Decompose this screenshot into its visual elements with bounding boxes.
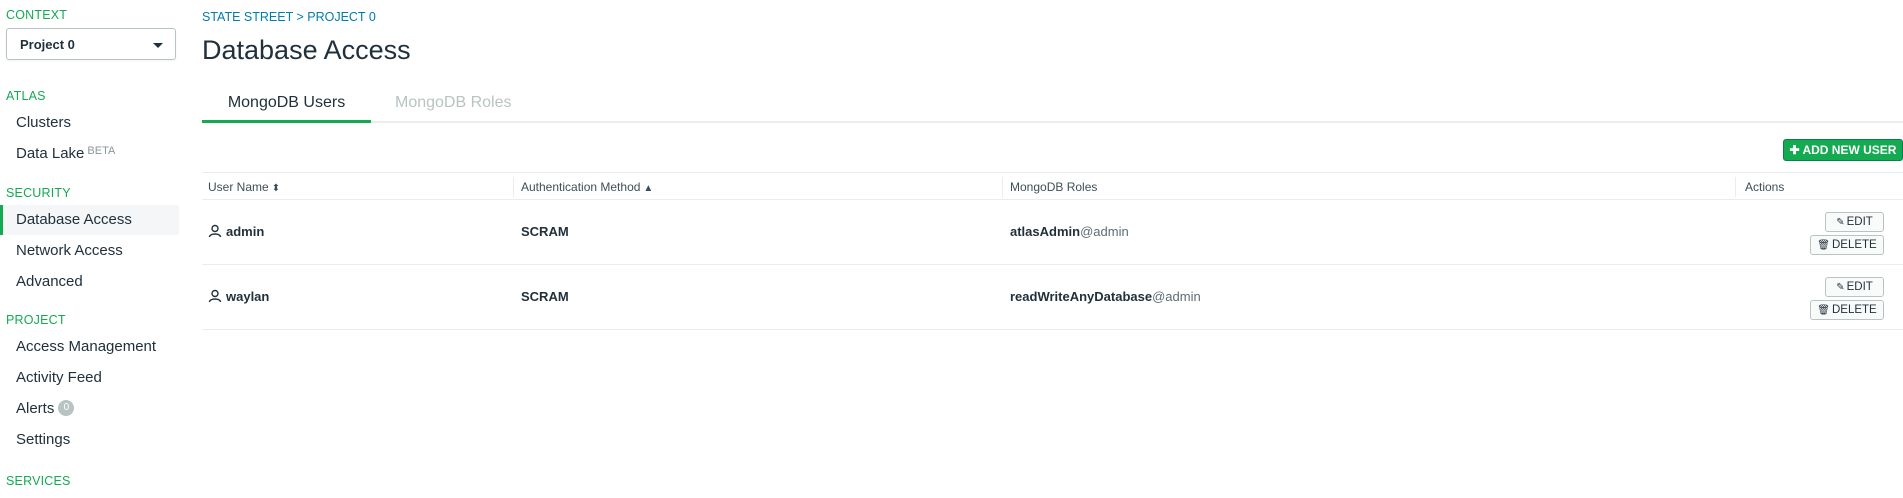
column-divider bbox=[1735, 177, 1736, 197]
trash-icon: 🗑 bbox=[1817, 305, 1830, 316]
sidebar-item-data-lake[interactable]: Data Lake BETA bbox=[0, 139, 179, 169]
column-header-authentication-method[interactable]: Authentication Method ▲ bbox=[521, 180, 653, 194]
sidebar-item-label: Settings bbox=[16, 431, 71, 448]
tab-bar: MongoDB Users MongoDB Roles bbox=[202, 88, 1903, 123]
sort-both-icon: ⬍ bbox=[271, 183, 281, 194]
page-title: Database Access bbox=[202, 35, 411, 65]
delete-button[interactable]: 🗑 DELETE bbox=[1810, 300, 1884, 320]
security-section-title: SECURITY bbox=[6, 186, 71, 200]
delete-button[interactable]: 🗑 DELETE bbox=[1810, 235, 1884, 255]
sidebar-item-label: Database Access bbox=[16, 211, 132, 228]
context-select-value: Project 0 bbox=[20, 37, 75, 52]
sidebar-item-access-management[interactable]: Access Management bbox=[0, 332, 179, 362]
column-header-actions: Actions bbox=[1745, 180, 1785, 194]
auth-method: SCRAM bbox=[521, 224, 569, 239]
edit-button[interactable]: ✎ EDIT bbox=[1825, 277, 1884, 297]
mongodb-role: atlasAdmin@admin bbox=[1010, 224, 1129, 239]
user-icon bbox=[208, 224, 222, 237]
sidebar-item-label: Data Lake bbox=[16, 145, 85, 162]
services-section-title: SERVICES bbox=[6, 474, 71, 488]
atlas-section-title: ATLAS bbox=[6, 89, 46, 103]
beta-badge: BETA bbox=[87, 145, 116, 157]
sidebar-item-label: Access Management bbox=[16, 338, 157, 355]
user-name: admin bbox=[226, 224, 265, 239]
auth-method: SCRAM bbox=[521, 289, 569, 304]
sidebar-item-alerts[interactable]: Alerts 0 bbox=[0, 394, 179, 424]
breadcrumb[interactable]: STATE STREET > PROJECT 0 bbox=[202, 10, 376, 24]
sidebar-item-label: Alerts bbox=[16, 400, 55, 417]
pencil-icon: ✎ bbox=[1836, 282, 1845, 293]
add-new-user-button[interactable]: ✚ ADD NEW USER bbox=[1783, 139, 1903, 161]
context-section-title: CONTEXT bbox=[6, 8, 68, 22]
plus-icon: ✚ bbox=[1789, 143, 1800, 157]
tab-mongodb-roles[interactable]: MongoDB Roles bbox=[395, 92, 512, 123]
edit-button[interactable]: ✎ EDIT bbox=[1825, 212, 1884, 232]
caret-down-icon bbox=[153, 43, 163, 48]
tab-mongodb-users[interactable]: MongoDB Users bbox=[202, 92, 371, 123]
sort-asc-icon: ▲ bbox=[643, 183, 654, 194]
column-divider bbox=[1002, 177, 1003, 197]
users-table: User Name ⬍ Authentication Method ▲ MongoD… bbox=[202, 172, 1903, 330]
context-project-select[interactable]: Project 0 bbox=[6, 28, 176, 60]
sidebar-item-network-access[interactable]: Network Access bbox=[0, 236, 179, 266]
mongodb-role: readWriteAnyDatabase@admin bbox=[1010, 289, 1201, 304]
table-header: User Name ⬍ Authentication Method ▲ MongoD… bbox=[202, 172, 1903, 200]
alerts-count-badge: 0 bbox=[58, 400, 75, 416]
sidebar-item-activity-feed[interactable]: Activity Feed bbox=[0, 363, 179, 393]
sidebar-item-database-access[interactable]: Database Access bbox=[0, 205, 179, 235]
sidebar-item-settings[interactable]: Settings bbox=[0, 425, 179, 455]
trash-icon: 🗑 bbox=[1817, 240, 1830, 251]
sidebar-item-clusters[interactable]: Clusters bbox=[0, 108, 179, 138]
sidebar-item-label: Network Access bbox=[16, 242, 123, 259]
table-row: waylan SCRAM readWriteAnyDatabase@admin … bbox=[202, 265, 1903, 330]
user-name: waylan bbox=[226, 289, 270, 304]
column-header-mongodb-roles: MongoDB Roles bbox=[1010, 180, 1098, 194]
sidebar-item-label: Clusters bbox=[16, 114, 72, 131]
project-section-title: PROJECT bbox=[6, 313, 66, 327]
sidebar-item-advanced[interactable]: Advanced bbox=[0, 267, 179, 297]
column-divider bbox=[513, 177, 514, 197]
table-row: admin SCRAM atlasAdmin@admin ✎ EDIT 🗑 DELE… bbox=[202, 200, 1903, 265]
user-icon bbox=[208, 289, 222, 302]
add-new-user-label: ADD NEW USER bbox=[1802, 143, 1897, 157]
pencil-icon: ✎ bbox=[1836, 217, 1845, 228]
sidebar-item-label: Advanced bbox=[16, 273, 83, 290]
sidebar: CONTEXT Project 0 ATLAS Clusters Data La… bbox=[0, 0, 179, 498]
column-header-user-name[interactable]: User Name ⬍ bbox=[208, 180, 280, 194]
sidebar-item-label: Activity Feed bbox=[16, 369, 102, 386]
